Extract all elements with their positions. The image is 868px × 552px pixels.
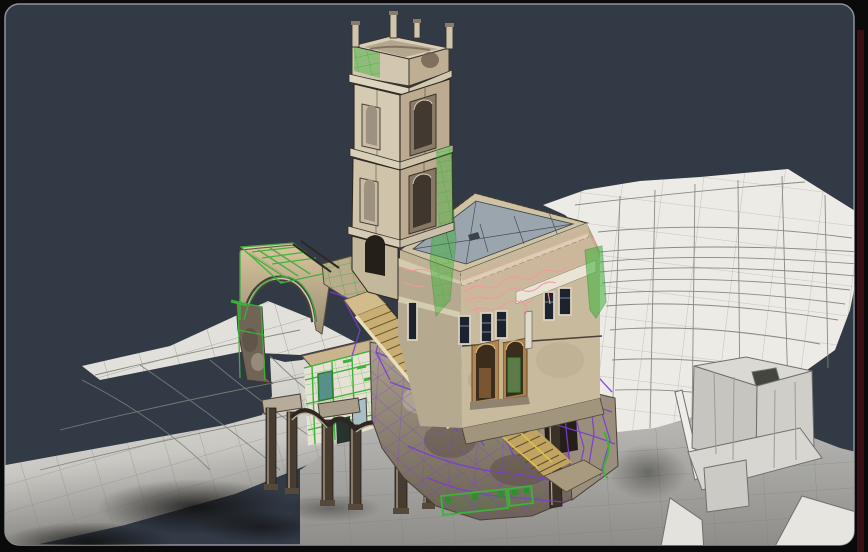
portal-left — [472, 340, 499, 404]
portal-painting-annotation — [508, 358, 520, 392]
portal-right — [503, 338, 527, 399]
right-edge-red-strip — [857, 30, 864, 552]
house-window-green — [318, 371, 333, 401]
model-viewport[interactable] — [0, 0, 868, 552]
render-canvas[interactable] — [0, 0, 868, 552]
